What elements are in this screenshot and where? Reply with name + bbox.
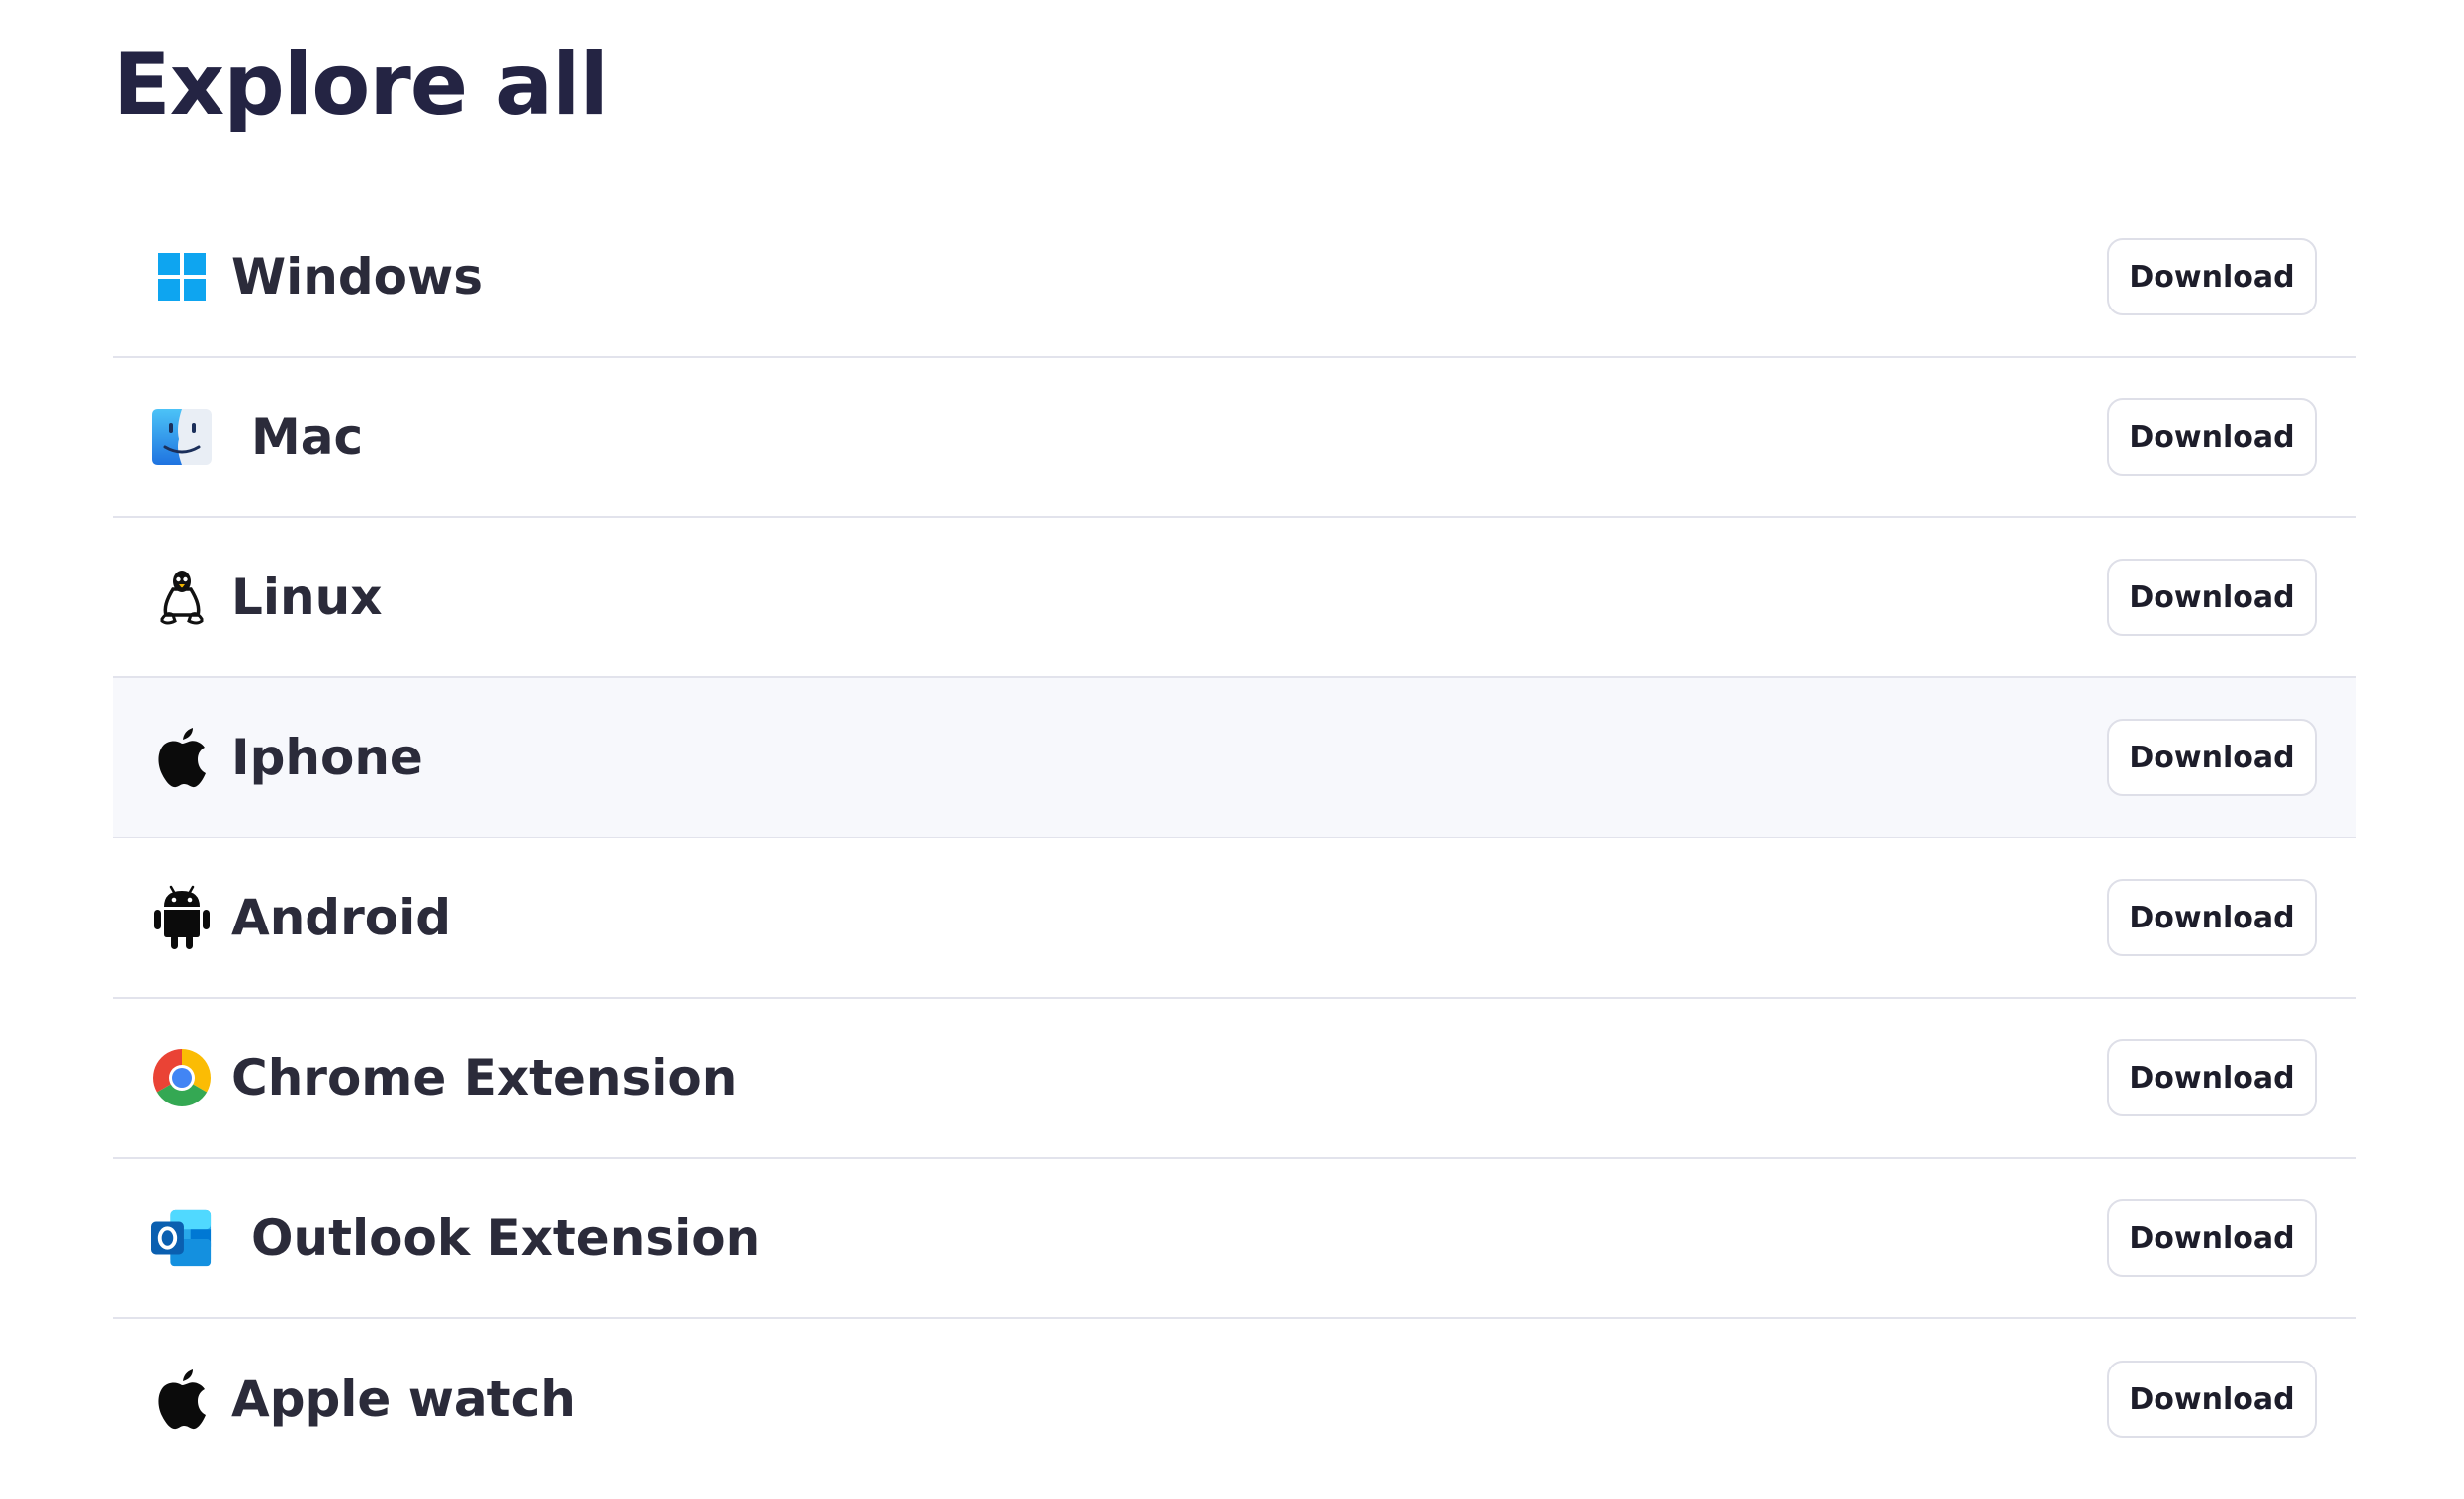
android-icon	[151, 885, 213, 949]
download-button-chrome-extension[interactable]: Download	[2107, 1039, 2317, 1116]
platform-row-iphone: Iphone Download	[113, 678, 2356, 838]
download-button-outlook-extension[interactable]: Download	[2107, 1199, 2317, 1277]
platform-label: Outlook Extension	[251, 1209, 761, 1267]
page-title: Explore all	[113, 36, 609, 134]
platform-label: Android	[231, 889, 452, 946]
platform-label: Linux	[231, 569, 383, 626]
platform-label: Mac	[251, 408, 364, 466]
platform-row-android: Android Download	[113, 838, 2356, 999]
download-button-linux[interactable]: Download	[2107, 559, 2317, 636]
platform-label: Windows	[231, 248, 483, 306]
mac-finder-icon	[151, 406, 213, 468]
outlook-icon	[151, 1207, 213, 1269]
windows-icon	[151, 246, 213, 308]
platform-row-outlook-extension: Outlook Extension Download	[113, 1159, 2356, 1319]
platform-row-linux: Linux Download	[113, 518, 2356, 678]
download-button-android[interactable]: Download	[2107, 879, 2317, 956]
platform-row-chrome-extension: Chrome Extension Download	[113, 999, 2356, 1159]
linux-penguin-icon	[151, 567, 213, 628]
download-button-apple-watch[interactable]: Download	[2107, 1361, 2317, 1438]
platform-label: Chrome Extension	[231, 1049, 738, 1106]
platform-label: Apple watch	[231, 1370, 575, 1428]
platform-row-apple-watch: Apple watch Download	[113, 1319, 2356, 1479]
download-button-windows[interactable]: Download	[2107, 238, 2317, 315]
download-button-iphone[interactable]: Download	[2107, 719, 2317, 796]
apple-icon	[151, 727, 213, 788]
chrome-icon	[151, 1047, 213, 1108]
platform-list: Windows Download Mac Download Linux Down…	[113, 198, 2356, 1479]
apple-icon	[151, 1368, 213, 1430]
platform-row-windows: Windows Download	[113, 198, 2356, 358]
download-button-mac[interactable]: Download	[2107, 398, 2317, 476]
platform-row-mac: Mac Download	[113, 358, 2356, 518]
platform-label: Iphone	[231, 729, 423, 786]
